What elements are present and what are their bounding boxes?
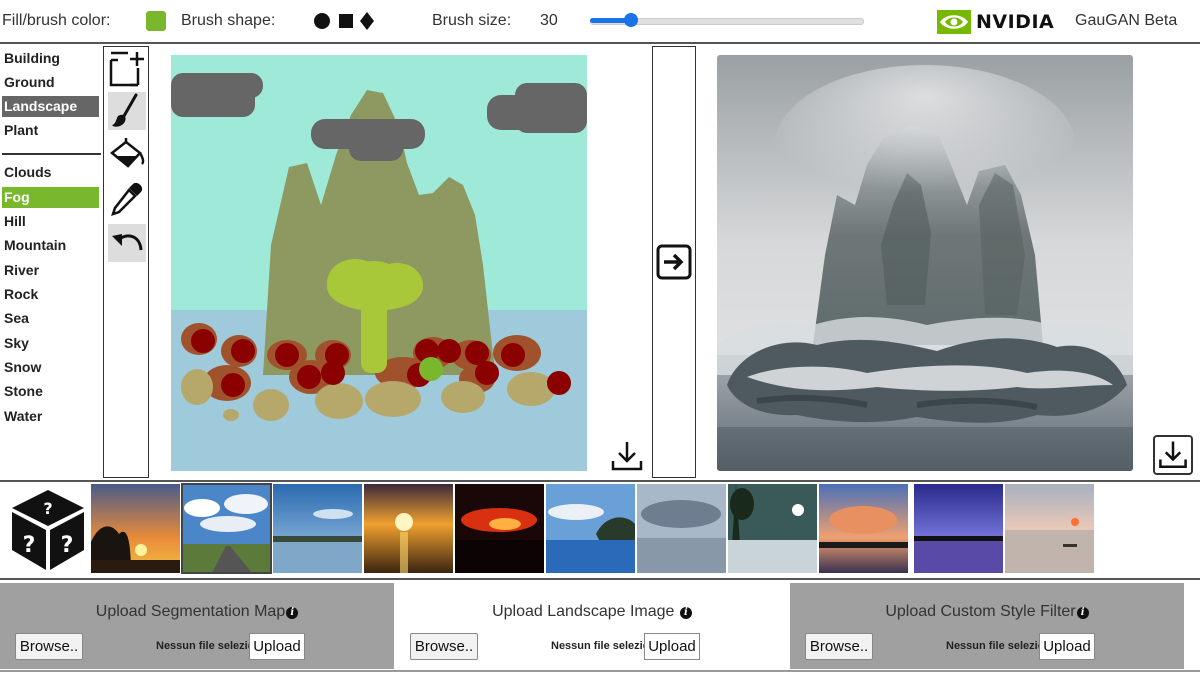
segmentation-canvas[interactable] bbox=[171, 55, 587, 471]
style-thumbnail-3[interactable] bbox=[273, 484, 362, 573]
style-thumbnail-5[interactable] bbox=[455, 484, 544, 573]
paint-bucket-icon bbox=[109, 138, 145, 168]
style-file-status: Nessun file selezionato bbox=[946, 640, 1040, 652]
brush-tool[interactable] bbox=[108, 92, 146, 130]
label-snow[interactable]: Snow bbox=[2, 357, 99, 378]
label-sea[interactable]: Sea bbox=[2, 308, 99, 329]
upload-style-button[interactable]: Upload bbox=[1039, 633, 1095, 660]
nvidia-logo: NVIDIA bbox=[937, 9, 1054, 35]
upload-segmentation-button[interactable]: Upload bbox=[249, 633, 305, 660]
undo-tool[interactable] bbox=[108, 224, 146, 262]
label-fog[interactable]: Fog bbox=[2, 187, 99, 208]
browse-style-button[interactable]: Browse.. bbox=[805, 633, 873, 660]
nvidia-eye-icon bbox=[937, 10, 971, 34]
upload-style-panel: Upload Custom Style Filter i Browse.. Nes… bbox=[790, 583, 1184, 669]
brush-size-value: 30 bbox=[540, 12, 558, 29]
label-building[interactable]: Building bbox=[2, 48, 99, 69]
style-thumbnail-10[interactable] bbox=[914, 484, 1003, 573]
style-thumbnail-7[interactable] bbox=[637, 484, 726, 573]
info-icon[interactable]: i bbox=[1076, 607, 1089, 619]
label-clouds[interactable]: Clouds bbox=[2, 162, 99, 183]
generate-arrow-icon[interactable] bbox=[655, 243, 693, 281]
bottom-divider bbox=[0, 670, 1200, 672]
label-stone[interactable]: Stone bbox=[2, 381, 99, 402]
new-canvas-tool[interactable] bbox=[108, 50, 146, 88]
style-thumbnail-8[interactable] bbox=[728, 484, 817, 573]
browse-landscape-button[interactable]: Browse.. bbox=[410, 633, 478, 660]
brush-size-label: Brush size: bbox=[432, 12, 512, 29]
style-thumbnail-1[interactable] bbox=[91, 484, 180, 573]
upload-segmentation-panel: Upload Segmentation Map i Browse.. Nessun… bbox=[0, 583, 394, 669]
generated-output-image bbox=[717, 55, 1133, 471]
app-title: GauGAN Beta bbox=[1075, 12, 1178, 29]
diamond-icon[interactable] bbox=[358, 12, 376, 30]
brush-icon bbox=[112, 93, 138, 127]
square-icon[interactable] bbox=[337, 12, 355, 30]
style-thumbnail-9[interactable] bbox=[819, 484, 908, 573]
new-canvas-icon bbox=[109, 51, 144, 87]
tool-panel bbox=[103, 46, 149, 478]
nvidia-wordmark: NVIDIA bbox=[976, 11, 1055, 33]
upload-landscape-title: Upload Landscape Image bbox=[492, 603, 675, 620]
style-thumbnail-11[interactable] bbox=[1005, 484, 1094, 573]
browse-segmentation-button[interactable]: Browse.. bbox=[15, 633, 83, 660]
label-hill[interactable]: Hill bbox=[2, 211, 99, 232]
download-segmentation-icon[interactable] bbox=[610, 439, 644, 473]
label-water[interactable]: Water bbox=[2, 406, 99, 427]
gallery-bottom-divider bbox=[0, 578, 1200, 580]
label-sky[interactable]: Sky bbox=[2, 333, 99, 354]
slider-thumb[interactable] bbox=[624, 13, 638, 27]
svg-text:?: ? bbox=[61, 533, 74, 558]
info-icon[interactable]: i bbox=[286, 607, 299, 619]
svg-text:?: ? bbox=[43, 499, 52, 518]
label-list: Building Ground Landscape Plant Clouds F… bbox=[0, 46, 101, 478]
upload-landscape-panel: Upload Landscape Image i Browse.. Nessun… bbox=[395, 583, 789, 669]
svg-text:?: ? bbox=[23, 533, 36, 558]
label-ground[interactable]: Ground bbox=[2, 72, 99, 93]
brush-cursor bbox=[419, 357, 443, 381]
fill-color-swatch[interactable] bbox=[146, 11, 166, 31]
top-toolbar: Fill/brush color: Brush shape: Brush siz… bbox=[0, 0, 1200, 44]
undo-icon bbox=[112, 234, 143, 251]
brush-size-slider[interactable] bbox=[590, 13, 864, 29]
label-rock[interactable]: Rock bbox=[2, 284, 99, 305]
random-style-dice-icon[interactable]: ? ? ? bbox=[8, 486, 88, 572]
generate-panel bbox=[652, 46, 696, 478]
info-icon[interactable]: i bbox=[679, 607, 692, 619]
label-plant[interactable]: Plant bbox=[2, 120, 99, 141]
label-mountain[interactable]: Mountain bbox=[2, 235, 99, 256]
upload-landscape-button[interactable]: Upload bbox=[644, 633, 700, 660]
eyedropper-tool[interactable] bbox=[108, 180, 146, 218]
style-thumbnail-4[interactable] bbox=[364, 484, 453, 573]
eyedropper-icon bbox=[111, 182, 143, 216]
style-gallery: ? ? ? bbox=[0, 483, 1200, 576]
upload-style-title: Upload Custom Style Filter bbox=[885, 603, 1076, 620]
style-thumbnail-6[interactable] bbox=[546, 484, 635, 573]
segmentation-file-status: Nessun file selezionato bbox=[156, 640, 250, 652]
label-river[interactable]: River bbox=[2, 260, 99, 281]
landscape-file-status: Nessun file selezionato bbox=[551, 640, 645, 652]
download-output-icon[interactable] bbox=[1153, 435, 1193, 475]
fill-tool[interactable] bbox=[108, 136, 146, 174]
upload-segmentation-title: Upload Segmentation Map bbox=[95, 603, 286, 620]
style-thumbnail-2[interactable] bbox=[181, 483, 272, 574]
gallery-divider bbox=[0, 480, 1200, 482]
circle-icon[interactable] bbox=[313, 12, 331, 30]
brush-shape-label: Brush shape: bbox=[181, 12, 276, 29]
fill-color-label: Fill/brush color: bbox=[2, 12, 111, 29]
label-landscape[interactable]: Landscape bbox=[2, 96, 99, 117]
label-divider bbox=[2, 153, 101, 155]
